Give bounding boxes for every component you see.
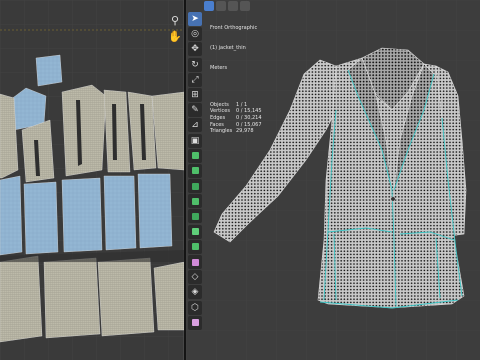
bevel-tool-icon (191, 182, 199, 190)
poly-build-tool-button[interactable] (188, 224, 202, 239)
stat-row: Objects 1 / 1 (210, 102, 262, 109)
uv-island-group (0, 54, 184, 343)
stat-label: Vertices (210, 108, 230, 115)
inset-tool-button[interactable] (188, 163, 202, 178)
annotate-tool-icon: ✎ (191, 105, 199, 116)
measure-tool-button[interactable]: ⊿ (188, 118, 202, 133)
uv-island-hem-3 (103, 175, 137, 251)
stat-value: 1 / 1 (236, 101, 248, 108)
tool-shelf: ➤ ◎ ✥ ↻ ⤢ ⊞ ✎ ⊿ ▣ ◇ ◈ ⬡ (188, 12, 204, 331)
transform-tool-button[interactable]: ⊞ (188, 87, 202, 102)
uv-island-facing-2 (43, 257, 101, 339)
stat-value: 0 / 15,067 (236, 121, 262, 128)
annotate-tool-button[interactable]: ✎ (188, 103, 202, 118)
shrink-tool-button[interactable]: ◈ (188, 285, 202, 300)
uv-island-front-panel-2 (103, 89, 131, 173)
move-tool-button[interactable]: ✥ (188, 42, 202, 57)
poly-build-tool-icon (191, 228, 199, 236)
rotate-tool-icon: ↻ (191, 59, 199, 70)
knife-tool-button[interactable] (188, 209, 202, 224)
move-tool-icon: ✥ (191, 44, 199, 55)
bevel-tool-button[interactable] (188, 179, 202, 194)
overlay-mode-button[interactable] (240, 1, 250, 11)
scene-statistics: Objects 1 / 1 Vertices 0 / 15,145 Edges 0 / 3… (210, 102, 262, 135)
uv-island-sleeve-left-blue (0, 175, 23, 256)
loop-cut-tool-button[interactable] (188, 194, 202, 209)
3d-viewport[interactable]: Front Orthographic (1) jacket_thin Meter… (186, 0, 480, 360)
uv-island-collar-1 (35, 54, 63, 87)
stat-label: Objects (210, 101, 229, 108)
shear-tool-button[interactable]: ⬡ (188, 300, 202, 315)
knife-tool-icon (191, 212, 199, 220)
select-tool-button[interactable]: ➤ (188, 12, 202, 26)
shear-tool-icon: ⬡ (191, 302, 199, 313)
stat-row: Vertices 0 / 15,145 (210, 108, 262, 115)
measure-tool-icon: ⊿ (191, 120, 199, 131)
stat-row: Faces 0 / 15,067 (210, 122, 262, 129)
view-name-label: Front Orthographic (210, 25, 258, 32)
uv-island-facing-3 (97, 257, 155, 337)
rip-tool-icon (191, 319, 199, 327)
units-label: Meters (210, 64, 228, 71)
stat-value: 0 / 30,214 (236, 114, 262, 121)
loop-cut-tool-icon (191, 197, 199, 205)
uv-editor[interactable]: ⚲ ✋ (0, 0, 184, 360)
viewport-info-overlay: Front Orthographic (1) jacket_thin Meter… (210, 12, 262, 148)
shrink-tool-icon: ◈ (191, 287, 199, 298)
stat-label: Edges (210, 114, 226, 121)
uv-island-front-panel-1 (61, 84, 107, 177)
stat-row: Triangles 29,978 (210, 128, 262, 135)
uv-navigation: ⚲ ✋ (168, 14, 182, 46)
zoom-icon[interactable]: ⚲ (168, 14, 182, 28)
stat-label: Triangles (210, 128, 233, 135)
spin-tool-icon (191, 243, 199, 251)
viewport-header (204, 0, 250, 12)
uv-island-hem-1 (23, 181, 59, 255)
jacket-button (390, 196, 396, 202)
scale-tool-icon: ⤢ (191, 74, 199, 85)
select-mode-button[interactable] (216, 1, 226, 11)
uv-island-facing-4 (153, 261, 184, 331)
object-name-label: (1) jacket_thin (210, 44, 246, 51)
inset-tool-icon (191, 167, 199, 175)
extrude-tool-icon (191, 152, 199, 160)
rip-tool-button[interactable] (188, 315, 202, 330)
scale-tool-button[interactable]: ⤢ (188, 72, 202, 87)
stat-value: 29,978 (236, 128, 254, 135)
select-tool-icon: ➤ (191, 14, 199, 24)
mesh-mode-button[interactable] (228, 1, 238, 11)
add-cube-tool-button[interactable]: ▣ (188, 133, 202, 148)
cursor-tool-icon: ◎ (191, 29, 199, 40)
view-mode-button[interactable] (204, 1, 214, 11)
spin-tool-button[interactable] (188, 239, 202, 254)
uv-island-hem-4 (137, 173, 173, 249)
stat-value: 0 / 15,145 (236, 108, 262, 115)
smooth-tool-button[interactable] (188, 255, 202, 269)
edge-slide-tool-icon: ◇ (191, 272, 199, 283)
add-cube-tool-icon: ▣ (190, 135, 200, 146)
uv-island-facing-1 (0, 255, 43, 343)
cursor-tool-button[interactable]: ◎ (188, 27, 202, 42)
hand-icon[interactable]: ✋ (168, 30, 182, 44)
rotate-tool-button[interactable]: ↻ (188, 57, 202, 72)
extrude-tool-button[interactable] (188, 148, 202, 163)
edge-slide-tool-button[interactable]: ◇ (188, 270, 202, 285)
stat-row: Edges 0 / 30,214 (210, 115, 262, 122)
smooth-tool-icon (191, 258, 199, 266)
uv-island-hem-2 (61, 177, 103, 253)
transform-tool-icon: ⊞ (191, 89, 199, 100)
uv-canvas[interactable] (0, 0, 184, 360)
stat-label: Faces (210, 121, 224, 128)
